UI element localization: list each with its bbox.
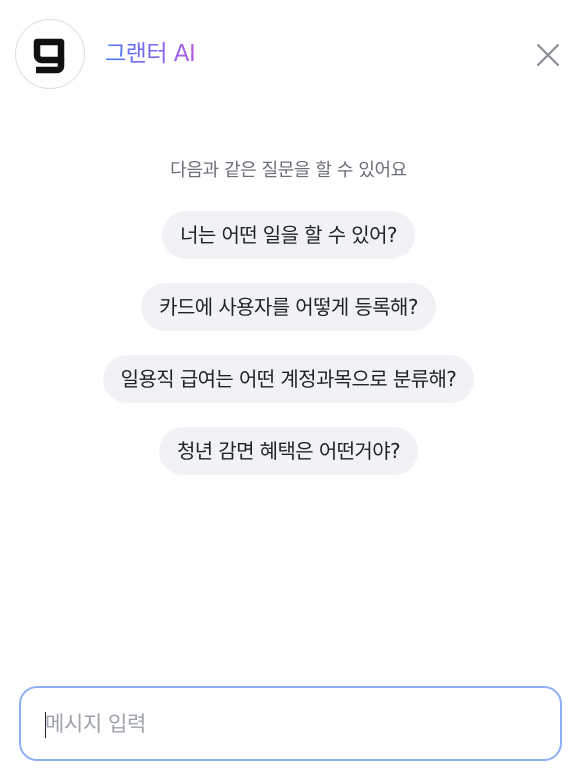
logo-glyph: [33, 38, 65, 74]
suggestion-list: 너는 어떤 일을 할 수 있어? 카드에 사용자를 어떻게 등록해? 일용직 급…: [0, 211, 577, 499]
suggestion-chip[interactable]: 청년 감면 혜택은 어떤거야?: [158, 427, 419, 475]
grenter-logo-icon: [15, 19, 85, 89]
chat-header: 그랜터 AI: [0, 0, 577, 110]
suggestion-chip[interactable]: 일용직 급여는 어떤 계정과목으로 분류해?: [102, 355, 475, 403]
suggestion-row: 너는 어떤 일을 할 수 있어?: [0, 211, 577, 259]
close-icon: [536, 43, 560, 67]
suggestion-row: 청년 감면 혜택은 어떤거야?: [0, 427, 577, 475]
app-title: 그랜터 AI: [105, 38, 196, 70]
close-button[interactable]: [534, 41, 562, 69]
suggestion-chip[interactable]: 카드에 사용자를 어떻게 등록해?: [141, 283, 436, 331]
suggestion-row: 일용직 급여는 어떤 계정과목으로 분류해?: [0, 355, 577, 403]
suggestions-heading: 다음과 같은 질문을 할 수 있어요: [170, 160, 407, 181]
text-caret: [45, 712, 46, 738]
suggestion-chip[interactable]: 너는 어떤 일을 할 수 있어?: [162, 211, 415, 259]
suggestion-row: 카드에 사용자를 어떻게 등록해?: [0, 283, 577, 331]
message-input[interactable]: [45, 688, 535, 759]
message-composer: [19, 686, 562, 761]
